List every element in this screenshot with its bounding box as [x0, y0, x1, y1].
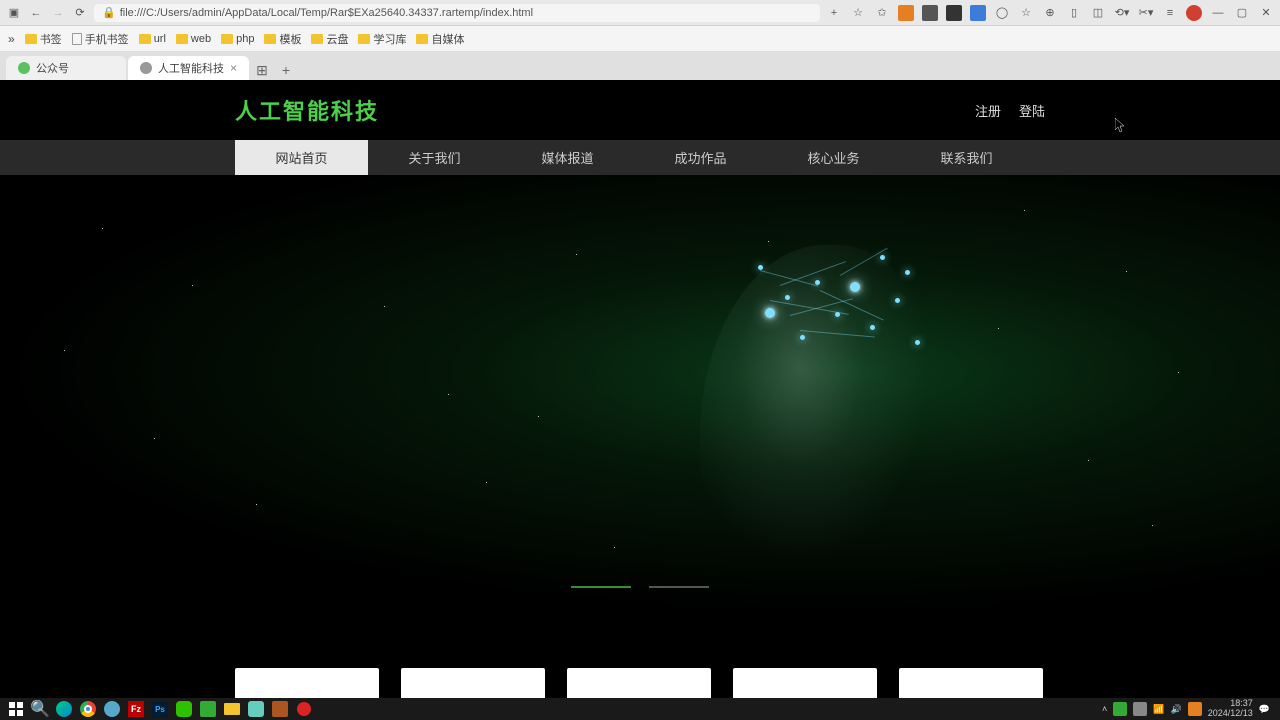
tab-title: 人工智能科技: [158, 60, 224, 76]
bookmark-item[interactable]: 自媒体: [416, 31, 464, 47]
back-icon[interactable]: ←: [28, 5, 44, 21]
site-logo[interactable]: 人工智能科技: [235, 94, 379, 126]
taskbar-filezilla-icon[interactable]: Fz: [124, 698, 148, 720]
nav-home[interactable]: 网站首页: [235, 140, 368, 175]
taskbar-ps-icon[interactable]: Ps: [148, 698, 172, 720]
ext-icon-5[interactable]: ◯: [994, 5, 1010, 21]
tray-wifi-icon[interactable]: 📶: [1153, 704, 1164, 715]
hero-banner: [0, 175, 1280, 613]
tray-volume-icon[interactable]: 🔊: [1171, 704, 1182, 715]
toolbar-right: + ☆ ✩ ◯ ☆ ⊕ ▯ ◫ ⟲▾ ✂▾ ≡ — ▢ ✕: [826, 5, 1274, 21]
menu-icon[interactable]: ≡: [1162, 5, 1178, 21]
expand-bookmarks-icon[interactable]: »: [8, 32, 15, 46]
bookmark-item[interactable]: php: [221, 33, 254, 45]
sidebar-toggle-icon[interactable]: ▣: [6, 5, 22, 21]
ext-phone-icon[interactable]: ▯: [1066, 5, 1082, 21]
site-header: 人工智能科技 注册 登陆: [0, 80, 1280, 140]
nav-contact[interactable]: 联系我们: [900, 140, 1033, 175]
nav-business[interactable]: 核心业务: [767, 140, 900, 175]
taskbar-app2-icon[interactable]: [244, 698, 268, 720]
slider-indicators: [571, 586, 709, 588]
minimize-icon[interactable]: —: [1210, 5, 1226, 21]
close-window-icon[interactable]: ✕: [1258, 5, 1274, 21]
main-nav: 网站首页 关于我们 媒体报道 成功作品 核心业务 联系我们: [0, 140, 1280, 175]
maximize-icon[interactable]: ▢: [1234, 5, 1250, 21]
windows-taskbar: 🔍 Fz Ps ˄ 📶 🔊 18:37 2024/12/13 💬: [0, 698, 1280, 720]
feature-cards: 大数据服务 智能驾驶 计算机视觉 语音识别 人工智能: [0, 613, 1280, 698]
search-icon[interactable]: 🔍: [28, 698, 52, 720]
slide-indicator-2[interactable]: [649, 586, 709, 588]
add-icon[interactable]: +: [826, 5, 842, 21]
bookmark-item[interactable]: 手机书签: [72, 31, 129, 47]
taskbar-wechat-icon[interactable]: [172, 698, 196, 720]
starfield: [0, 175, 1280, 613]
feature-card[interactable]: 人工智能: [899, 668, 1043, 698]
feature-card[interactable]: 智能驾驶: [401, 668, 545, 698]
taskbar-explorer-icon[interactable]: [220, 698, 244, 720]
ext-icon-3[interactable]: [946, 5, 962, 21]
tab-favicon: [18, 62, 30, 74]
feature-card[interactable]: 计算机视觉: [567, 668, 711, 698]
browser-tab[interactable]: 公众号: [6, 56, 126, 80]
taskbar-record-icon[interactable]: [292, 698, 316, 720]
favorite-icon[interactable]: ☆: [850, 5, 866, 21]
nav-work[interactable]: 成功作品: [634, 140, 767, 175]
ext-star-icon[interactable]: ☆: [1018, 5, 1034, 21]
ext-download-icon[interactable]: ⊕: [1042, 5, 1058, 21]
start-button[interactable]: [4, 698, 28, 720]
tray-icon[interactable]: [1133, 702, 1147, 716]
page-viewport[interactable]: 人工智能科技 注册 登陆 网站首页 关于我们 媒体报道 成功作品 核心业务 联系…: [0, 80, 1280, 698]
nav-about[interactable]: 关于我们: [368, 140, 501, 175]
profile-avatar[interactable]: [1186, 5, 1202, 21]
clock-date[interactable]: 2024/12/13: [1208, 709, 1253, 719]
tab-strip: 公众号 人工智能科技 × ⊞ +: [0, 52, 1280, 80]
bookmark-item[interactable]: url: [139, 33, 166, 45]
tray-icon[interactable]: [1113, 702, 1127, 716]
bookmark-item[interactable]: web: [176, 33, 211, 45]
forward-icon[interactable]: →: [50, 5, 66, 21]
taskbar-edge-icon[interactable]: [52, 698, 76, 720]
feature-card[interactable]: 语音识别: [733, 668, 877, 698]
taskbar-browser-icon[interactable]: [100, 698, 124, 720]
bookmark-item[interactable]: 书签: [25, 31, 62, 47]
slide-indicator-1[interactable]: [571, 586, 631, 588]
close-tab-icon[interactable]: ×: [230, 61, 237, 75]
ai-head-graphic: [670, 215, 950, 595]
ext-icon-2[interactable]: [922, 5, 938, 21]
star-icon[interactable]: ✩: [874, 5, 890, 21]
bookmark-item[interactable]: 模板: [264, 31, 301, 47]
ext-cut-icon[interactable]: ✂▾: [1138, 5, 1154, 21]
auth-links: 注册 登陆: [975, 101, 1045, 120]
nav-media[interactable]: 媒体报道: [501, 140, 634, 175]
ext-cube-icon[interactable]: ◫: [1090, 5, 1106, 21]
feature-card[interactable]: 大数据服务: [235, 668, 379, 698]
register-link[interactable]: 注册: [975, 101, 1001, 120]
system-tray: ˄ 📶 🔊 18:37 2024/12/13 💬: [1102, 699, 1276, 719]
bookmark-item[interactable]: 云盘: [311, 31, 348, 47]
reload-icon[interactable]: ⟳: [72, 5, 88, 21]
taskbar-app-icon[interactable]: [196, 698, 220, 720]
tab-list-icon[interactable]: ⊞: [251, 60, 273, 80]
login-link[interactable]: 登陆: [1019, 101, 1045, 120]
notifications-icon[interactable]: 💬: [1259, 704, 1270, 715]
taskbar-chrome-icon[interactable]: [76, 698, 100, 720]
bookmark-item[interactable]: 学习库: [358, 31, 406, 47]
ext-icon-1[interactable]: [898, 5, 914, 21]
tray-chevron-icon[interactable]: ˄: [1102, 704, 1107, 714]
url-text: file:///C:/Users/admin/AppData/Local/Tem…: [120, 7, 533, 19]
bookmarks-bar: » 书签 手机书签 url web php 模板 云盘 学习库 自媒体: [0, 26, 1280, 52]
new-tab-icon[interactable]: +: [275, 60, 297, 80]
address-bar[interactable]: 🔒 file:///C:/Users/admin/AppData/Local/T…: [94, 4, 820, 22]
browser-tab-active[interactable]: 人工智能科技 ×: [128, 56, 249, 80]
tab-favicon: [140, 62, 152, 74]
ext-history-icon[interactable]: ⟲▾: [1114, 5, 1130, 21]
taskbar-app3-icon[interactable]: [268, 698, 292, 720]
ext-icon-4[interactable]: [970, 5, 986, 21]
tab-title: 公众号: [36, 60, 69, 76]
browser-toolbar: ▣ ← → ⟳ 🔒 file:///C:/Users/admin/AppData…: [0, 0, 1280, 26]
tray-icon[interactable]: [1188, 702, 1202, 716]
